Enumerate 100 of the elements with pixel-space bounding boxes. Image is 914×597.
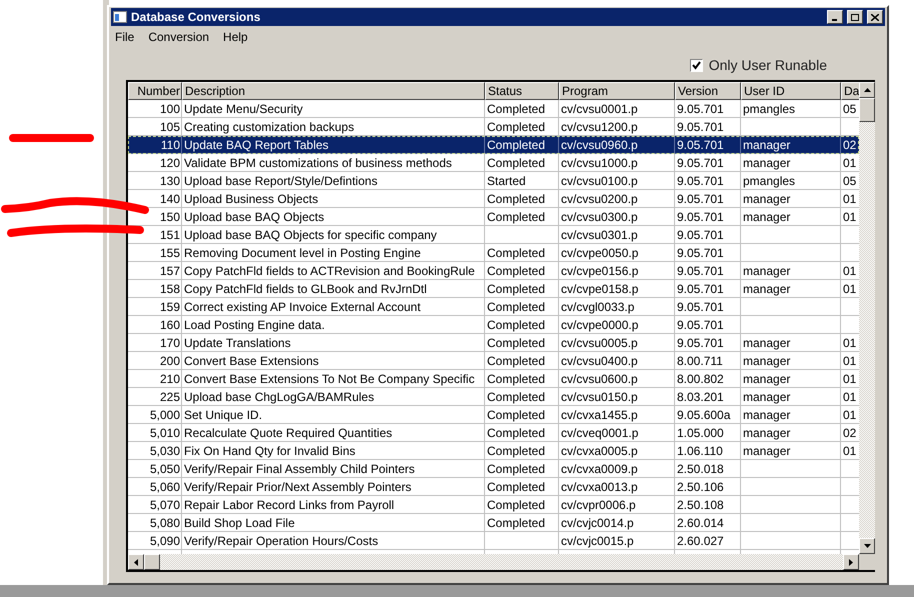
- checkbox[interactable]: [690, 58, 703, 72]
- description-cell: Load Posting Engine data.: [184, 318, 325, 332]
- program-cell: cv/cvsu0200.p: [561, 192, 638, 206]
- table-row[interactable]: 5,070 Repair Labor Record Links from Payroll Completed cv/cvpr0006.p 2.50.108: [128, 496, 859, 514]
- table-row[interactable]: 100 Update Menu/Security Completed cv/cvsu0001.p 9.05.701 pmangles 05: [128, 100, 859, 118]
- table-row[interactable]: 120 Validate BPM customizations of business methods Completed cv/cvsu1000.p 9.05.701 manager 01: [128, 154, 859, 172]
- column-header[interactable]: Program: [559, 82, 675, 100]
- version-cell: 9.05.701: [677, 156, 724, 170]
- user-id-cell: manager: [743, 426, 790, 440]
- number-cell: 5,080: [150, 516, 180, 530]
- date-cell: 01: [843, 210, 856, 224]
- table-row[interactable]: 5,010 Recalculate Quote Required Quantities Completed cv/cveq0001.p 1.05.000 manager 02: [128, 424, 859, 442]
- status-cell: Completed: [487, 102, 546, 116]
- status-cell: Completed: [487, 462, 546, 476]
- number-cell: 151: [160, 228, 180, 242]
- program-cell: cv/cvjc0014.p: [561, 516, 634, 530]
- program-cell: cv/cvsu0001.p: [561, 102, 638, 116]
- description-cell: Convert Base Extensions To Not Be Company Specific: [184, 372, 475, 386]
- date-cell: 01: [843, 156, 856, 170]
- table-row[interactable]: 130 Upload base Report/Style/Defintions Started cv/cvsu0100.p 9.05.701 pmangles 05: [128, 172, 859, 190]
- version-cell: 2.60.027: [677, 534, 724, 548]
- version-cell: 9.05.701: [677, 138, 724, 152]
- maximize-button[interactable]: [847, 10, 863, 24]
- table-row[interactable]: 158 Copy PatchFld fields to GLBook and RvJrnDtl Completed cv/cvpe0158.p 9.05.701 manager 01: [128, 280, 859, 298]
- version-cell: 8.00.802: [677, 372, 724, 386]
- menu-item[interactable]: Conversion: [148, 28, 210, 46]
- number-cell: 170: [160, 336, 180, 350]
- number-cell: 225: [160, 390, 180, 404]
- table-row[interactable]: 157 Copy PatchFld fields to ACTRevision and BookingRule Completed cv/cvpe0156.p 9.05.701 manager 01: [128, 262, 859, 280]
- column-header[interactable]: Description: [182, 82, 485, 100]
- table-row[interactable]: 151 Upload base BAQ Objects for specific company cv/cvsu0301.p 9.05.701: [128, 226, 859, 244]
- status-cell: Completed: [487, 336, 546, 350]
- number-cell: 5,000: [150, 408, 180, 422]
- user-id-cell: manager: [743, 408, 790, 422]
- close-button[interactable]: [867, 10, 883, 24]
- description-cell: Correct existing AP Invoice External Account: [184, 300, 421, 314]
- table-row[interactable]: 5,030 Fix On Hand Qty for Invalid Bins Completed cv/cvxa0005.p 1.06.110 manager 01: [128, 442, 859, 460]
- description-cell: Convert Base Extensions: [184, 354, 319, 368]
- column-header[interactable]: User ID: [741, 82, 841, 100]
- table-row[interactable]: 155 Removing Document level in Posting Engine Completed cv/cvpe0050.p 9.05.701: [128, 244, 859, 262]
- checkmark-icon: [692, 60, 701, 70]
- column-header[interactable]: Number: [128, 82, 182, 100]
- table-row[interactable]: 225 Upload base ChgLogGA/BAMRules Completed cv/cvsu0150.p 8.03.201 manager 01: [128, 388, 859, 406]
- status-cell: Completed: [487, 156, 546, 170]
- minimize-button[interactable]: [827, 10, 843, 24]
- table-row[interactable]: 5,090 Verify/Repair Operation Hours/Costs cv/cvjc0015.p 2.60.027: [128, 532, 859, 550]
- table-row[interactable]: 150 Upload base BAQ Objects Completed cv/cvsu0300.p 9.05.701 manager 01: [128, 208, 859, 226]
- user-id-cell: manager: [743, 444, 790, 458]
- column-header[interactable]: Status: [485, 82, 559, 100]
- user-id-cell: manager: [743, 336, 790, 350]
- menu-item[interactable]: Help: [223, 28, 248, 46]
- menu-item[interactable]: File: [115, 28, 134, 46]
- program-cell: cv/cvsu1200.p: [561, 120, 638, 134]
- program-cell: cv/cvxa0005.p: [561, 444, 638, 458]
- down-arrow-icon: [864, 544, 870, 548]
- horizontal-scrollbar[interactable]: [128, 554, 859, 570]
- program-cell: cv/cvxa0009.p: [561, 462, 638, 476]
- date-cell: 01: [843, 372, 856, 386]
- table-row[interactable]: 5,080 Build Shop Load File Completed cv/cvjc0014.p 2.60.014: [128, 514, 859, 532]
- table-row[interactable]: 159 Correct existing AP Invoice External Account Completed cv/cvgl0033.p 9.05.701: [128, 298, 859, 316]
- status-cell: Completed: [487, 354, 546, 368]
- table-row[interactable]: 210 Convert Base Extensions To Not Be Company Specific Completed cv/cvsu0600.p 8.00.802 manager 01: [128, 370, 859, 388]
- table-row[interactable]: 5,060 Verify/Repair Prior/Next Assembly Pointers Completed cv/cvxa0013.p 2.50.106: [128, 478, 859, 496]
- column-header[interactable]: Version: [675, 82, 741, 100]
- program-cell: cv/cvsu0301.p: [561, 228, 638, 242]
- description-cell: Copy PatchFld fields to GLBook and RvJrnDtl: [184, 282, 427, 296]
- user-id-cell: manager: [743, 390, 790, 404]
- date-cell: 05: [843, 102, 856, 116]
- version-cell: 9.05.701: [677, 174, 724, 188]
- number-cell: 157: [160, 264, 180, 278]
- program-cell: cv/cvsu1000.p: [561, 156, 638, 170]
- status-cell: Completed: [487, 390, 546, 404]
- date-cell: 02: [843, 426, 856, 440]
- number-cell: 159: [160, 300, 180, 314]
- status-cell: Completed: [487, 246, 546, 260]
- table-row[interactable]: 200 Convert Base Extensions Completed cv/cvsu0400.p 8.00.711 manager 01: [128, 352, 859, 370]
- user-id-cell: pmangles: [743, 102, 796, 116]
- user-id-cell: manager: [743, 156, 790, 170]
- table-row[interactable]: 170 Update Translations Completed cv/cvsu0005.p 9.05.701 manager 01: [128, 334, 859, 352]
- program-cell: cv/cvjc0015.p: [561, 534, 634, 548]
- version-cell: 2.50.018: [677, 462, 724, 476]
- table-row[interactable]: 5,050 Verify/Repair Final Assembly Child Pointers Completed cv/cvxa0009.p 2.50.018: [128, 460, 859, 478]
- description-cell: Recalculate Quote Required Quantities: [184, 426, 392, 440]
- description-cell: Update BAQ Report Tables: [184, 138, 329, 152]
- user-id-cell: manager: [743, 210, 790, 224]
- scrollbar-thumb[interactable]: [144, 554, 160, 570]
- table-row[interactable]: 160 Load Posting Engine data. Completed cv/cvpe0000.p 9.05.701: [128, 316, 859, 334]
- up-arrow-icon: [864, 88, 870, 92]
- number-cell: 5,070: [150, 498, 180, 512]
- table-row[interactable]: 5,000 Set Unique ID. Completed cv/cvxa1455.p 9.05.600a manager 01: [128, 406, 859, 424]
- number-cell: 160: [160, 318, 180, 332]
- version-cell: 9.05.600a: [677, 408, 730, 422]
- table-row[interactable]: 105 Creating customization backups Completed cv/cvsu1200.p 9.05.701: [128, 118, 859, 136]
- date-cell: 01: [843, 354, 856, 368]
- status-cell: Completed: [487, 516, 546, 530]
- left-arrow-icon: [134, 558, 138, 566]
- table-row[interactable]: 110 Update BAQ Report Tables Completed cv/cvsu0960.p 9.05.701 manager 02: [128, 136, 859, 154]
- version-cell: 9.05.701: [677, 336, 724, 350]
- scrollbar-thumb[interactable]: [859, 98, 875, 122]
- vertical-scrollbar[interactable]: [859, 82, 875, 570]
